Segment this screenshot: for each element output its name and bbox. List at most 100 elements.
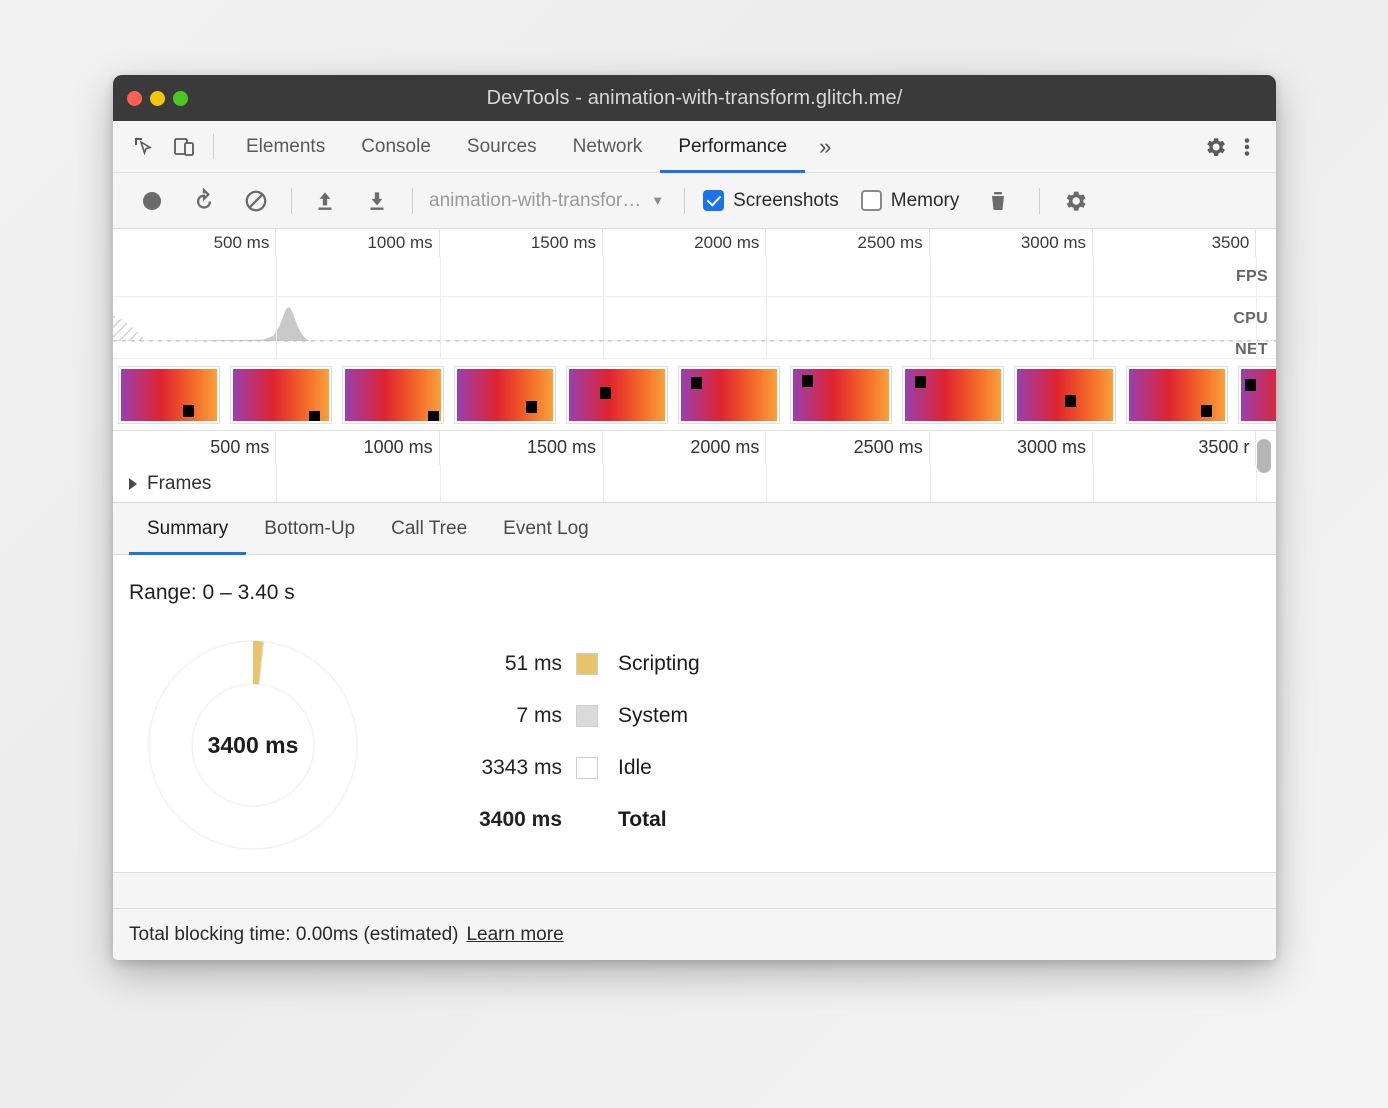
toolbar-divider-1 bbox=[291, 188, 292, 214]
gridline bbox=[766, 257, 767, 359]
more-tabs-icon[interactable]: » bbox=[805, 121, 845, 172]
tabbar-divider bbox=[213, 134, 214, 159]
gridline bbox=[930, 465, 931, 502]
filmstrip-frame[interactable] bbox=[455, 367, 555, 423]
record-circle-icon[interactable] bbox=[135, 184, 169, 218]
legend-row: 51 ms Scripting bbox=[458, 651, 700, 677]
toolbar-divider-4 bbox=[1039, 188, 1040, 214]
save-profile-icon[interactable] bbox=[360, 184, 394, 218]
gridline bbox=[440, 257, 441, 359]
legend-swatch-system bbox=[576, 705, 598, 727]
legend-row: 3343 msIdle bbox=[458, 755, 700, 781]
legend-label: System bbox=[598, 704, 688, 728]
tab-sources[interactable]: Sources bbox=[449, 121, 555, 172]
tab-summary[interactable]: Summary bbox=[129, 503, 246, 554]
filmstrip-frame[interactable] bbox=[791, 367, 891, 423]
kebab-menu-icon[interactable] bbox=[1234, 134, 1260, 160]
tab-performance[interactable]: Performance bbox=[660, 121, 805, 172]
device-toolbar-icon[interactable] bbox=[171, 134, 197, 160]
legend-swatch-scripting bbox=[576, 653, 598, 675]
toolbar-divider-3 bbox=[684, 188, 685, 214]
legend-label: Scripting bbox=[598, 652, 700, 676]
inspect-element-icon[interactable] bbox=[131, 134, 157, 160]
detail-tab-list: Summary Bottom-Up Call Tree Event Log bbox=[113, 503, 1276, 555]
tab-network[interactable]: Network bbox=[555, 121, 661, 172]
filmstrip-frame[interactable] bbox=[567, 367, 667, 423]
timeline-overview[interactable]: 500 ms1000 ms1500 ms2000 ms2500 ms3000 m… bbox=[113, 229, 1276, 359]
screenshots-label: Screenshots bbox=[733, 190, 839, 212]
trace-select-dropdown[interactable]: animation-with-transfor… ▼ bbox=[429, 190, 664, 212]
overview-charts[interactable]: FPS CPU NET bbox=[113, 257, 1276, 359]
tab-console[interactable]: Console bbox=[343, 121, 449, 172]
gridline bbox=[276, 257, 277, 359]
filmstrip-frame[interactable] bbox=[343, 367, 443, 423]
overview-ruler[interactable]: 500 ms1000 ms1500 ms2000 ms2500 ms3000 m… bbox=[113, 229, 1276, 257]
total-blocking-time-text: Total blocking time: 0.00ms (estimated) bbox=[129, 924, 458, 946]
legend-value: 51 ms bbox=[458, 652, 576, 676]
legend-total-row: 3400 msTotal bbox=[458, 807, 700, 833]
load-profile-icon[interactable] bbox=[308, 184, 342, 218]
tab-elements[interactable]: Elements bbox=[228, 121, 343, 172]
capture-settings-icon[interactable] bbox=[1058, 184, 1092, 218]
delete-recording-icon[interactable] bbox=[981, 184, 1015, 218]
gridline bbox=[603, 257, 604, 359]
animated-square bbox=[1245, 379, 1256, 391]
status-footer: Total blocking time: 0.00ms (estimated) … bbox=[113, 908, 1276, 960]
summary-donut-chart: 3400 ms bbox=[133, 625, 373, 870]
trace-select-label: animation-with-transfor… bbox=[429, 190, 641, 212]
memory-checkbox[interactable]: Memory bbox=[861, 190, 960, 212]
summary-panel: Range: 0 – 3.40 s 3400 ms 51 ms Scripting… bbox=[113, 555, 1276, 872]
legend-label: Idle bbox=[598, 756, 652, 780]
filmstrip-frame[interactable] bbox=[231, 367, 331, 423]
maximize-button[interactable] bbox=[173, 91, 188, 106]
animated-square bbox=[1065, 395, 1076, 407]
animated-square bbox=[691, 377, 702, 389]
gear-icon[interactable] bbox=[1202, 134, 1228, 160]
gridline bbox=[766, 465, 767, 502]
filmstrip-frame[interactable] bbox=[903, 367, 1003, 423]
animated-square bbox=[600, 387, 611, 399]
range-label: Range: 0 – 3.40 s bbox=[129, 581, 295, 605]
ruler-tick: 3500 bbox=[113, 229, 1256, 257]
window-title: DevTools - animation-with-transform.glit… bbox=[113, 87, 1276, 110]
legend-swatch-idle bbox=[576, 757, 598, 779]
toolbar-divider-2 bbox=[412, 188, 413, 214]
filmstrip-frame[interactable] bbox=[1239, 367, 1276, 423]
reload-and-record-icon[interactable] bbox=[187, 184, 221, 218]
memory-checkbox-box bbox=[861, 190, 882, 211]
ruler-tick: 3500 r bbox=[113, 431, 1256, 465]
animated-square bbox=[915, 376, 926, 388]
legend-value: 7 ms bbox=[458, 704, 576, 728]
gridline bbox=[1256, 465, 1257, 502]
gridline bbox=[603, 465, 604, 502]
animated-square bbox=[309, 411, 320, 423]
ruler-tick-label: 3500 r bbox=[1198, 437, 1249, 458]
filmstrip-frame[interactable] bbox=[119, 367, 219, 423]
gridline bbox=[1093, 465, 1094, 502]
tab-bottom-up[interactable]: Bottom-Up bbox=[246, 503, 373, 554]
devtools-tabbar: Elements Console Sources Network Perform… bbox=[113, 121, 1276, 173]
filmstrip-frame[interactable] bbox=[1127, 367, 1227, 423]
tab-event-log[interactable]: Event Log bbox=[485, 503, 607, 554]
minimize-button[interactable] bbox=[150, 91, 165, 106]
legend-total-spacer bbox=[576, 809, 598, 831]
timeline-scrollbar-thumb[interactable] bbox=[1257, 439, 1271, 473]
clear-recording-icon[interactable] bbox=[239, 184, 273, 218]
screenshots-checkbox[interactable]: Screenshots bbox=[703, 190, 839, 212]
tabbar-right-controls bbox=[1175, 121, 1276, 172]
legend-total-label: Total bbox=[598, 808, 667, 832]
timeline-ruler[interactable]: 500 ms1000 ms1500 ms2000 ms2500 ms3000 m… bbox=[113, 431, 1276, 465]
filmstrip-frame[interactable] bbox=[1015, 367, 1115, 423]
cpu-usage-graph bbox=[113, 257, 1276, 359]
frames-track[interactable]: Frames bbox=[113, 465, 1276, 503]
animated-square bbox=[183, 405, 194, 417]
filmstrip[interactable] bbox=[113, 359, 1276, 431]
triangle-right-icon[interactable] bbox=[129, 478, 137, 490]
close-button[interactable] bbox=[127, 91, 142, 106]
filmstrip-frame[interactable] bbox=[679, 367, 779, 423]
learn-more-link[interactable]: Learn more bbox=[466, 924, 563, 946]
tab-call-tree[interactable]: Call Tree bbox=[373, 503, 485, 554]
panel-tab-list: Elements Console Sources Network Perform… bbox=[228, 121, 845, 172]
gridline bbox=[1256, 257, 1257, 359]
gridline bbox=[440, 465, 441, 502]
